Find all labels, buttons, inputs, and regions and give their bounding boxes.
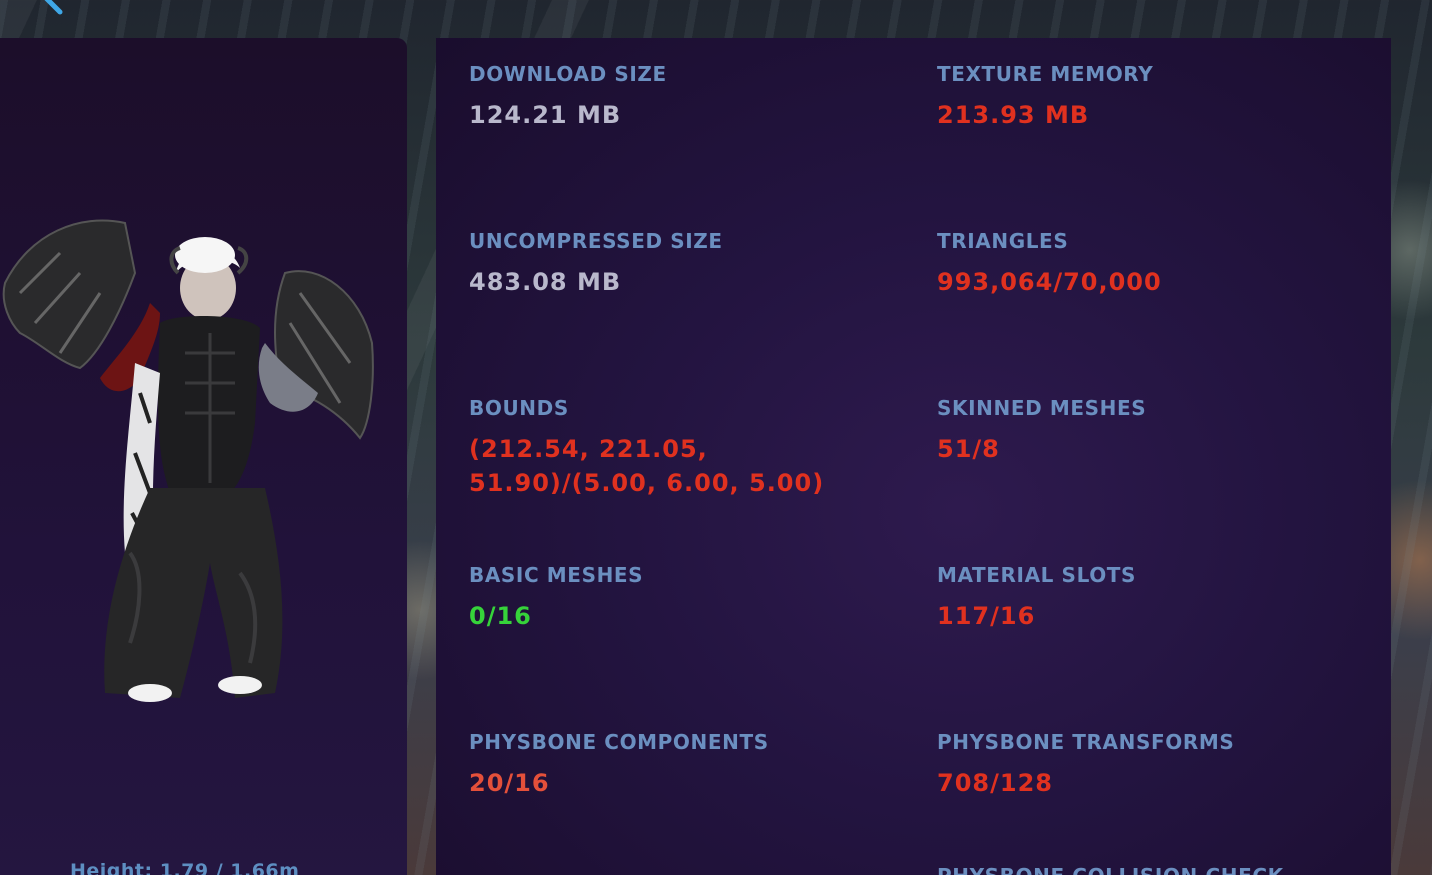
stat-download-size: DOWNLOAD SIZE 124.21 MB: [469, 62, 889, 132]
stat-value: 993,064/70,000: [937, 268, 1162, 296]
stat-uncompressed-size: UNCOMPRESSED SIZE 483.08 MB: [469, 229, 889, 299]
stat-label: TEXTURE MEMORY: [937, 62, 1154, 86]
stat-value: 20/16: [469, 769, 550, 797]
stat-value: 0/16: [469, 602, 532, 630]
back-arrow-icon[interactable]: [38, 0, 68, 16]
stat-material-slots: MATERIAL SLOTS 117/16: [937, 563, 1357, 633]
performance-stats-panel: DOWNLOAD SIZE 124.21 MB TEXTURE MEMORY 2…: [436, 38, 1391, 875]
stat-physbone-components: PHYSBONE COMPONENTS 20/16: [469, 730, 889, 800]
stat-label: MATERIAL SLOTS: [937, 563, 1137, 587]
avatar-figure[interactable]: [0, 193, 380, 703]
stat-texture-memory: TEXTURE MEMORY 213.93 MB: [937, 62, 1357, 132]
stat-label: PHYSBONE COLLISION CHECK: [937, 864, 1357, 875]
stat-label: PHYSBONE TRANSFORMS: [937, 730, 1235, 754]
stat-label: SKINNED MESHES: [937, 396, 1147, 420]
stat-label: UNCOMPRESSED SIZE: [469, 229, 723, 253]
stat-label: BASIC MESHES: [469, 563, 644, 587]
stat-triangles: TRIANGLES 993,064/70,000: [937, 229, 1357, 299]
stat-value: (212.54, 221.05, 51.90)/(5.00, 6.00, 5.0…: [469, 435, 825, 497]
stat-value: 51/8: [937, 435, 1000, 463]
avatar-preview-panel: Height: 1.79 / 1.66m: [0, 38, 407, 875]
stat-label: BOUNDS: [469, 396, 569, 420]
stat-physbone-collision-check: PHYSBONE COLLISION CHECK: [937, 864, 1357, 875]
stat-value: 117/16: [937, 602, 1036, 630]
stat-bounds: BOUNDS (212.54, 221.05, 51.90)/(5.00, 6.…: [469, 396, 889, 500]
stat-value: 483.08 MB: [469, 268, 622, 296]
avatar-height-label: Height: 1.79 / 1.66m: [70, 860, 300, 875]
stat-physbone-transforms: PHYSBONE TRANSFORMS 708/128: [937, 730, 1357, 800]
stat-label: TRIANGLES: [937, 229, 1069, 253]
stat-value: 213.93 MB: [937, 101, 1090, 129]
stat-value: 708/128: [937, 769, 1053, 797]
stat-basic-meshes: BASIC MESHES 0/16: [469, 563, 889, 633]
stat-skinned-meshes: SKINNED MESHES 51/8: [937, 396, 1357, 466]
stat-label: DOWNLOAD SIZE: [469, 62, 667, 86]
stat-label: PHYSBONE COMPONENTS: [469, 730, 769, 754]
stat-value: 124.21 MB: [469, 101, 622, 129]
